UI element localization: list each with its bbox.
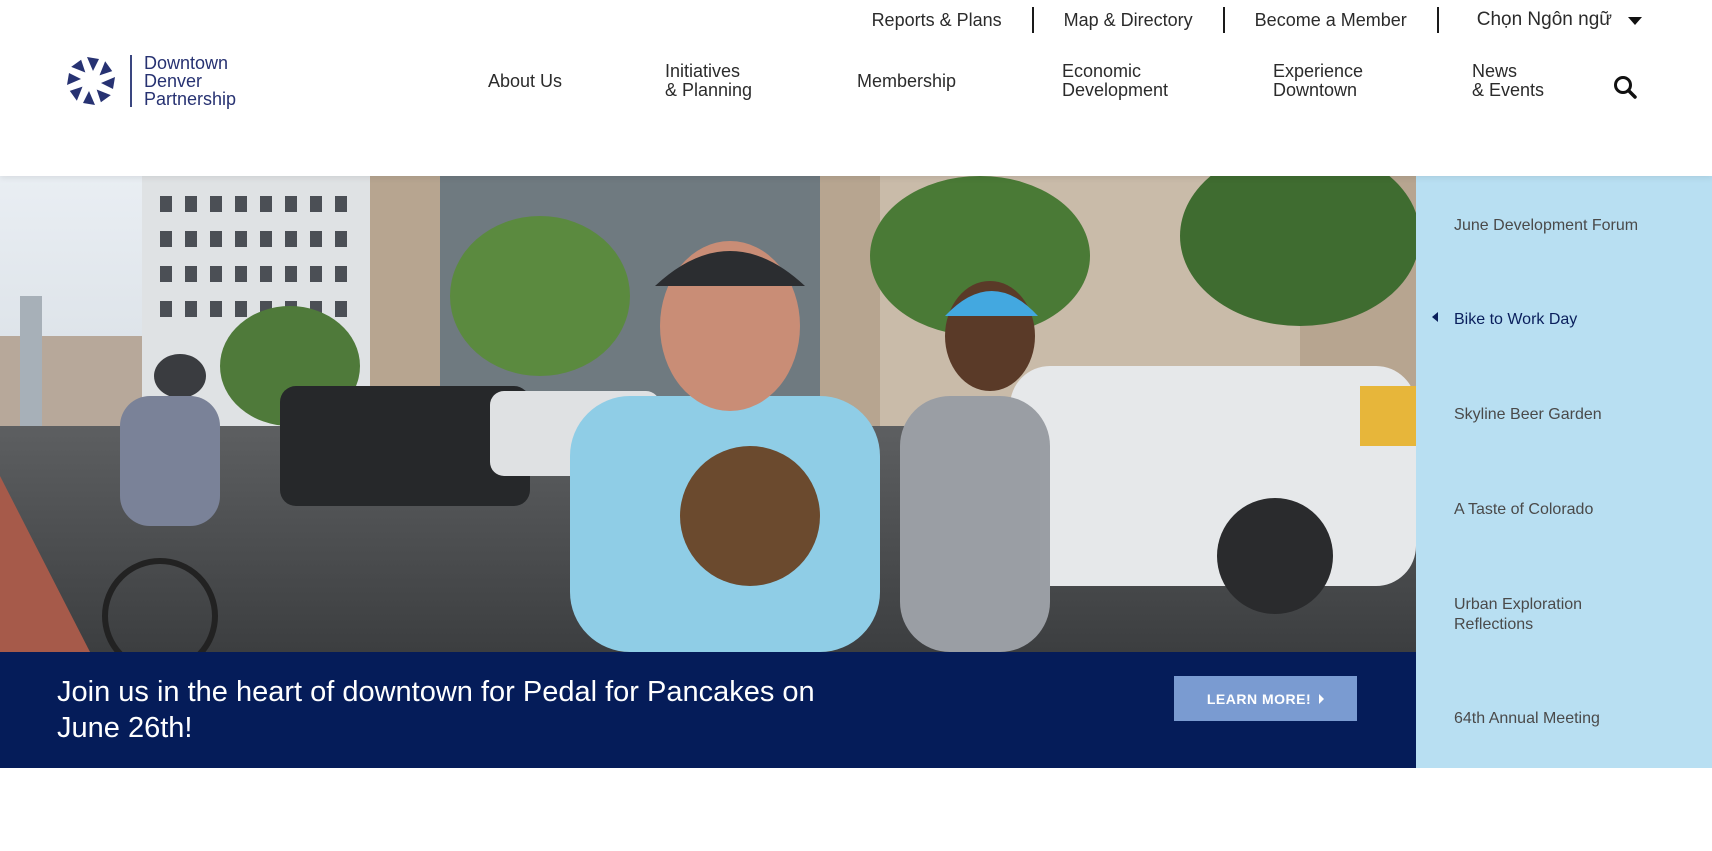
hero-photo-cyclists — [0, 176, 1416, 652]
nav-item-news-events[interactable]: News & Events — [1472, 62, 1544, 100]
search-icon[interactable] — [1612, 74, 1638, 100]
side-item-taste-of-colorado[interactable]: A Taste of Colorado — [1454, 500, 1694, 520]
logo-pinwheel-icon — [67, 57, 115, 105]
main-nav: About Us Initiatives & Planning Membersh… — [488, 62, 1712, 102]
language-selector[interactable]: Chọn Ngôn ngữ — [1439, 9, 1712, 31]
hero-banner: Join us in the heart of downtown for Ped… — [0, 652, 1416, 768]
side-item-64th-annual-meeting[interactable]: 64th Annual Meeting — [1454, 709, 1694, 729]
hero-banner-text: Join us in the heart of downtown for Ped… — [57, 676, 815, 744]
logo-line: Downtown — [144, 53, 229, 73]
language-selector-label: Chọn Ngôn ngữ — [1476, 9, 1612, 30]
utility-link-reports-plans[interactable]: Reports & Plans — [842, 9, 1032, 31]
logo-divider — [130, 55, 132, 107]
chevron-down-icon — [1628, 17, 1642, 25]
hero-image[interactable] — [0, 176, 1416, 652]
logo-line: Denver — [144, 71, 203, 91]
side-item-bike-to-work-day[interactable]: Bike to Work Day — [1454, 310, 1694, 330]
featured-events-list: June Development Forum Bike to Work Day … — [1416, 176, 1712, 768]
nav-item-membership[interactable]: Membership — [857, 72, 956, 91]
learn-more-label: LEARN MORE! — [1206, 690, 1312, 707]
side-item-urban-exploration-reflections[interactable]: Urban Exploration Reflections — [1454, 595, 1694, 635]
site-header: Reports & Plans Map & Directory Become a… — [0, 0, 1712, 176]
side-item-june-development-forum[interactable]: June Development Forum — [1454, 216, 1694, 236]
chevron-right-icon — [1319, 693, 1325, 704]
learn-more-button[interactable]: LEARN MORE! — [1174, 676, 1357, 721]
nav-item-about-us[interactable]: About Us — [488, 72, 562, 91]
nav-item-economic-development[interactable]: Economic Development — [1062, 62, 1168, 100]
logo-line: Partnership — [144, 89, 237, 109]
utility-link-become-member[interactable]: Become a Member — [1225, 9, 1437, 31]
nav-item-initiatives-planning[interactable]: Initiatives & Planning — [665, 62, 752, 100]
utility-link-map-directory[interactable]: Map & Directory — [1034, 9, 1223, 31]
nav-item-experience-downtown[interactable]: Experience Downtown — [1273, 62, 1363, 100]
utility-nav: Reports & Plans Map & Directory Become a… — [842, 0, 1712, 40]
logo-wordmark: Downtown Denver Partnership — [144, 54, 236, 108]
active-marker-icon — [1432, 312, 1438, 322]
side-item-skyline-beer-garden[interactable]: Skyline Beer Garden — [1454, 405, 1694, 425]
site-logo[interactable]: Downtown Denver Partnership — [64, 54, 236, 108]
